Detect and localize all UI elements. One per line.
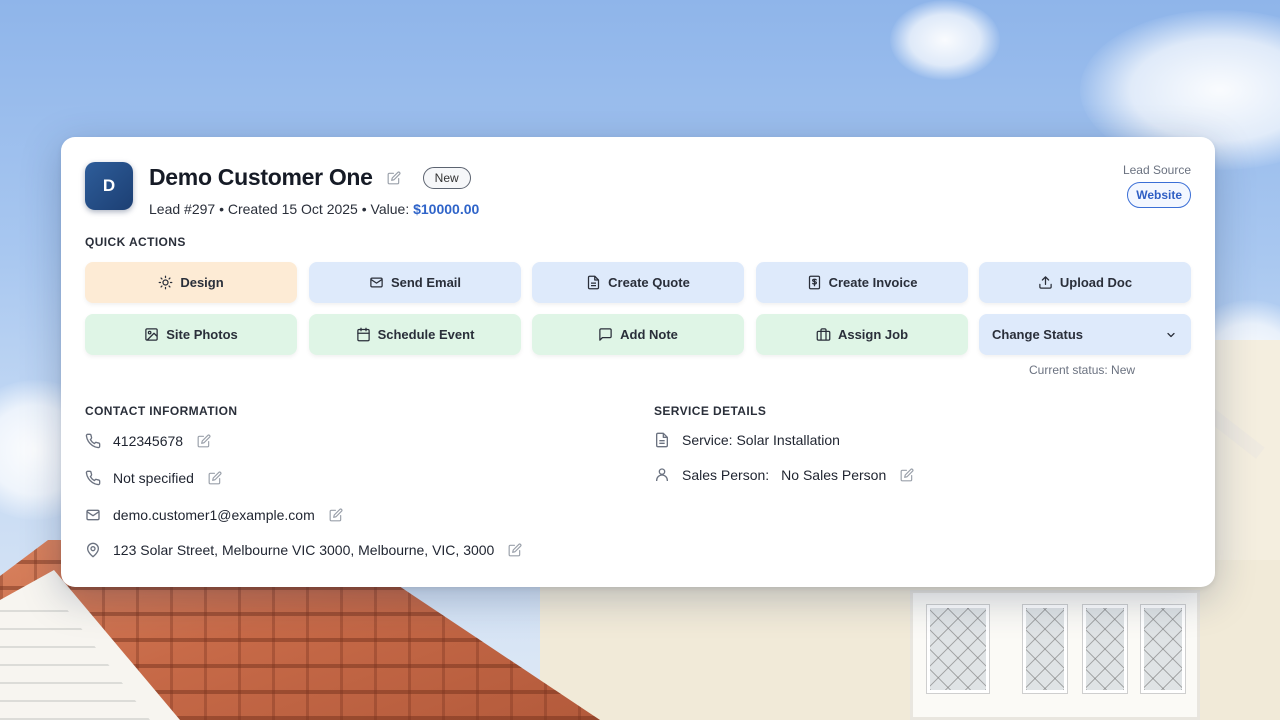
current-status-text: Current status: New <box>1029 363 1136 377</box>
lead-value: $10000.00 <box>413 201 480 217</box>
create-invoice-button-label: Create Invoice <box>828 275 918 290</box>
avatar: D <box>85 162 133 210</box>
sales-person-label: Sales Person: <box>682 467 770 483</box>
value-label: Value: <box>370 201 410 217</box>
change-status-label: Change Status <box>992 327 1084 342</box>
sales-person-row: Sales Person: No Sales Person <box>654 467 914 483</box>
bay-window <box>910 590 1200 720</box>
design-button-label: Design <box>180 275 224 290</box>
cloud <box>890 0 1000 80</box>
site-photos-button-label: Site Photos <box>166 327 238 342</box>
upload-doc-button-label: Upload Doc <box>1059 275 1133 290</box>
edit-sales-person-icon[interactable] <box>900 468 914 482</box>
edit-phone-icon[interactable] <box>197 434 211 448</box>
customer-name: Demo Customer One <box>149 164 373 190</box>
edit-address-icon[interactable] <box>508 543 522 557</box>
document-icon <box>588 275 600 290</box>
calendar-icon <box>356 327 370 342</box>
design-button[interactable]: Design <box>85 262 297 303</box>
status-badge: New <box>422 166 471 189</box>
address-value: 123 Solar Street, Melbourne VIC 3000, Me… <box>113 542 495 558</box>
lead-card: D Demo Customer One New Lead #297 • Crea… <box>61 137 1215 587</box>
phone-icon <box>85 470 101 486</box>
email-row: demo.customer1@example.com <box>85 507 343 523</box>
schedule-event-button-label: Schedule Event <box>377 327 475 342</box>
assign-job-button[interactable]: Assign Job <box>756 314 968 355</box>
service-details-heading: SERVICE DETAILS <box>654 404 767 418</box>
map-pin-icon <box>85 542 101 558</box>
edit-name-icon[interactable] <box>387 171 401 185</box>
lead-meta: Lead #297 • Created 15 Oct 2025 • Value:… <box>149 201 479 217</box>
separator: • <box>361 201 367 217</box>
lead-number: Lead #297 <box>149 201 216 217</box>
briefcase-icon <box>816 328 831 341</box>
schedule-event-button[interactable]: Schedule Event <box>309 314 521 355</box>
lead-source-label: Lead Source <box>1122 163 1191 177</box>
alt-phone-row: Not specified <box>85 470 222 486</box>
add-note-button-label: Add Note <box>620 327 678 342</box>
document-icon <box>654 432 670 448</box>
mail-icon <box>85 507 101 523</box>
upload-doc-button[interactable]: Upload Doc <box>979 262 1191 303</box>
email-value: demo.customer1@example.com <box>113 507 315 523</box>
create-quote-button[interactable]: Create Quote <box>532 262 744 303</box>
send-email-button[interactable]: Send Email <box>309 262 521 303</box>
address-row: 123 Solar Street, Melbourne VIC 3000, Me… <box>85 542 522 558</box>
window-pane <box>1083 605 1127 693</box>
add-note-button[interactable]: Add Note <box>532 314 744 355</box>
separator: • <box>219 201 224 217</box>
sales-person-value: No Sales Person <box>781 467 887 483</box>
window-pane <box>927 605 989 693</box>
contact-information-heading: CONTACT INFORMATION <box>85 404 238 418</box>
lead-source-badge: Website <box>1127 182 1191 208</box>
image-icon <box>145 328 158 341</box>
window-pane <box>1141 605 1185 693</box>
upload-icon <box>1039 276 1052 289</box>
edit-alt-phone-icon[interactable] <box>208 471 222 485</box>
mail-icon <box>370 277 383 288</box>
quick-actions-heading: QUICK ACTIONS <box>85 235 186 249</box>
sun-icon <box>158 275 173 290</box>
alt-phone-value: Not specified <box>113 470 194 486</box>
phone-value: 412345678 <box>113 433 184 449</box>
user-icon <box>654 467 670 483</box>
send-email-button-label: Send Email <box>390 275 462 290</box>
site-photos-button[interactable]: Site Photos <box>85 314 297 355</box>
service-value: Service: Solar Installation <box>682 432 840 448</box>
service-row: Service: Solar Installation <box>654 432 840 448</box>
assign-job-button-label: Assign Job <box>837 327 909 342</box>
chat-icon <box>599 328 612 341</box>
phone-icon <box>85 433 101 449</box>
title-row: Demo Customer One New <box>149 164 471 191</box>
window-pane <box>1023 605 1067 693</box>
change-status-select[interactable]: Change Status <box>979 314 1191 355</box>
invoice-icon <box>808 275 820 290</box>
chevron-down-icon <box>1167 332 1175 337</box>
phone-row: 412345678 <box>85 433 211 449</box>
edit-email-icon[interactable] <box>329 508 343 522</box>
create-quote-button-label: Create Quote <box>608 275 690 290</box>
create-invoice-button[interactable]: Create Invoice <box>756 262 968 303</box>
created-date: Created 15 Oct 2025 <box>227 201 358 217</box>
